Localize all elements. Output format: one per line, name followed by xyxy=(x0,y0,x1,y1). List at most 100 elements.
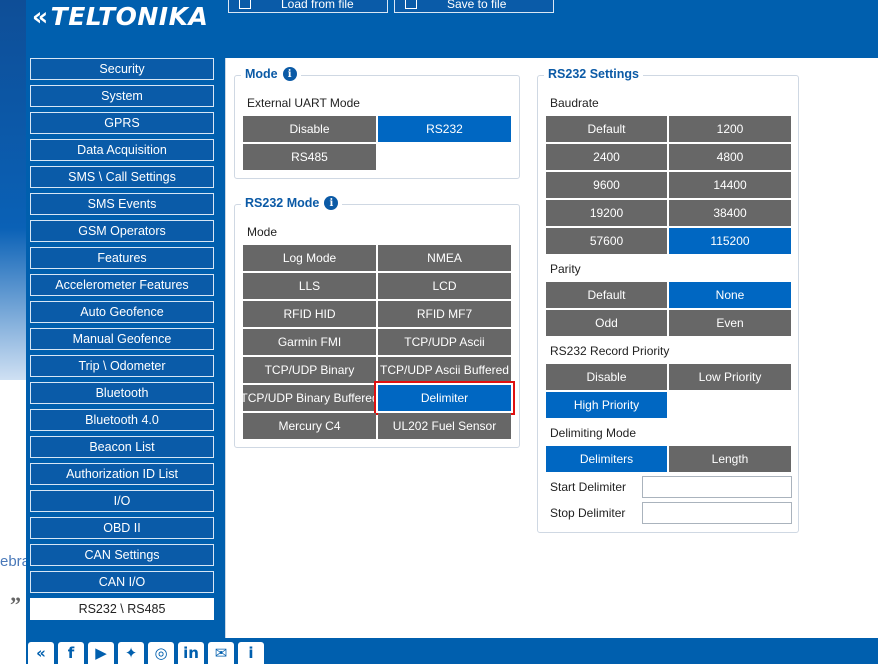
stop-delimiter-label: Stop Delimiter xyxy=(550,506,626,520)
rs232-mode-option-lls[interactable]: LLS xyxy=(243,273,376,299)
teltonika-icon[interactable]: « xyxy=(28,642,54,664)
sidebar-item-auto-geofence[interactable]: Auto Geofence xyxy=(30,301,214,323)
save-to-file-button[interactable]: Save to file xyxy=(394,0,554,13)
start-delimiter-input[interactable] xyxy=(642,476,792,498)
sidebar-item-data-acquisition[interactable]: Data Acquisition xyxy=(30,139,214,161)
sidebar-item-security[interactable]: Security xyxy=(30,58,214,80)
baudrate-option-2400[interactable]: 2400 xyxy=(546,144,667,170)
record-priority-label: RS232 Record Priority xyxy=(550,344,670,358)
rs232-mode-option-garmin-fmi[interactable]: Garmin FMI xyxy=(243,329,376,355)
sidebar-item-can-i-o[interactable]: CAN I/O xyxy=(30,571,214,593)
baudrate-option-default[interactable]: Default xyxy=(546,116,667,142)
rs232-mode-option-ul202-fuel-sensor[interactable]: UL202 Fuel Sensor xyxy=(378,413,511,439)
sidebar-item-gprs[interactable]: GPRS xyxy=(30,112,214,134)
logo: «TELTONIKA xyxy=(26,0,226,40)
uart-mode-option-disable[interactable]: Disable xyxy=(243,116,376,142)
youtube-icon[interactable]: ▶ xyxy=(88,642,114,664)
rs232-mode-option-rfid-hid[interactable]: RFID HID xyxy=(243,301,376,327)
load-from-file-label: Load from file xyxy=(281,0,354,11)
rs232-settings-group: RS232 Settings Baudrate Default 1200 2400 4… xyxy=(537,67,799,533)
baudrate-option-38400[interactable]: 38400 xyxy=(669,200,791,226)
baudrate-option-9600[interactable]: 9600 xyxy=(546,172,667,198)
baudrate-option-1200[interactable]: 1200 xyxy=(669,116,791,142)
record-priority-option-high-priority[interactable]: High Priority xyxy=(546,392,667,418)
background-page: ebra ” xyxy=(0,0,30,664)
sidebar-item-sms-call-settings[interactable]: SMS \ Call Settings xyxy=(30,166,214,188)
sidebar-item-manual-geofence[interactable]: Manual Geofence xyxy=(30,328,214,350)
rs232-mode-option-lcd[interactable]: LCD xyxy=(378,273,511,299)
parity-options: Default None Odd Even xyxy=(546,282,791,336)
rs232-mode-option-tcp-udp-ascii[interactable]: TCP/UDP Ascii xyxy=(378,329,511,355)
background-banner xyxy=(0,0,26,380)
mode-group: Mode i External UART Mode Disable RS232 RS4… xyxy=(234,67,520,179)
record-priority-option-low-priority[interactable]: Low Priority xyxy=(669,364,791,390)
uart-mode-option-rs232[interactable]: RS232 xyxy=(378,116,511,142)
save-to-file-label: Save to file xyxy=(447,0,507,11)
sidebar-item-accelerometer-features[interactable]: Accelerometer Features xyxy=(30,274,214,296)
baudrate-option-57600[interactable]: 57600 xyxy=(546,228,667,254)
sidebar-item-features[interactable]: Features xyxy=(30,247,214,269)
facebook-icon[interactable]: f xyxy=(58,642,84,664)
info-icon[interactable]: i xyxy=(238,642,264,664)
sidebar-item-beacon-list[interactable]: Beacon List xyxy=(30,436,214,458)
baudrate-option-14400[interactable]: 14400 xyxy=(669,172,791,198)
linkedin-icon[interactable]: in xyxy=(178,642,204,664)
sidebar-item-can-settings[interactable]: CAN Settings xyxy=(30,544,214,566)
rs232-mode-option-nmea[interactable]: NMEA xyxy=(378,245,511,271)
parity-label: Parity xyxy=(550,262,581,276)
delimiting-mode-options: Delimiters Length xyxy=(546,446,791,472)
start-delimiter-row: Start Delimiter xyxy=(550,476,792,498)
sidebar-item-obd-ii[interactable]: OBD II xyxy=(30,517,214,539)
social-footer: «f ▶ ✦ ◎ in ✉ i xyxy=(26,642,878,664)
sidebar-item-bluetooth[interactable]: Bluetooth xyxy=(30,382,214,404)
external-uart-mode-options: Disable RS232 RS485 xyxy=(243,116,511,170)
mode-group-title: Mode xyxy=(245,67,278,81)
uart-mode-option-rs485[interactable]: RS485 xyxy=(243,144,376,170)
rs232-mode-option-tcp-udp-binary[interactable]: TCP/UDP Binary xyxy=(243,357,376,383)
sidebar-item-system[interactable]: System xyxy=(30,85,214,107)
sidebar-item-trip-odometer[interactable]: Trip \ Odometer xyxy=(30,355,214,377)
baudrate-label: Baudrate xyxy=(550,96,599,110)
parity-option-odd[interactable]: Odd xyxy=(546,310,667,336)
delimiting-mode-option-length[interactable]: Length xyxy=(669,446,791,472)
rs232-mode-option-rfid-mf7[interactable]: RFID MF7 xyxy=(378,301,511,327)
load-file-icon xyxy=(239,0,251,9)
sidebar-item-sms-events[interactable]: SMS Events xyxy=(30,193,214,215)
rs232-mode-option-delimiter[interactable]: Delimiter xyxy=(374,381,515,415)
sidebar-item-rs232-rs485[interactable]: RS232 \ RS485 xyxy=(30,598,214,620)
delimiting-mode-option-delimiters[interactable]: Delimiters xyxy=(546,446,667,472)
rs232-mode-option-mercury-c4[interactable]: Mercury C4 xyxy=(243,413,376,439)
parity-option-even[interactable]: Even xyxy=(669,310,791,336)
baudrate-option-19200[interactable]: 19200 xyxy=(546,200,667,226)
info-icon[interactable]: i xyxy=(282,67,297,81)
sidebar-item-i-o[interactable]: I/O xyxy=(30,490,214,512)
sidebar-item-bluetooth-4-0[interactable]: Bluetooth 4.0 xyxy=(30,409,214,431)
info-icon[interactable]: i xyxy=(324,196,339,210)
parity-option-none[interactable]: None xyxy=(669,282,791,308)
stop-delimiter-row: Stop Delimiter xyxy=(550,502,792,524)
record-priority-options: Disable Low Priority High Priority xyxy=(546,364,791,418)
parity-option-default[interactable]: Default xyxy=(546,282,667,308)
rs232-mode-group-title: RS232 Mode xyxy=(245,196,320,210)
rs232-mode-option-tcp-udp-binary-buffered[interactable]: TCP/UDP Binary Buffered xyxy=(243,385,376,411)
rs232-mode-options: Log Mode NMEA LLS LCD RFID HID RFID MF7 Garmin… xyxy=(243,245,515,439)
main-panel: Mode i External UART Mode Disable RS232 RS4… xyxy=(225,58,878,638)
record-priority-option-disable[interactable]: Disable xyxy=(546,364,667,390)
baudrate-option-115200[interactable]: 115200 xyxy=(669,228,791,254)
load-from-file-button[interactable]: Load from file xyxy=(228,0,388,13)
sidebar: Security System GPRS Data Acquisition SMS \ … xyxy=(30,58,214,625)
baudrate-option-4800[interactable]: 4800 xyxy=(669,144,791,170)
twitter-icon[interactable]: ✦ xyxy=(118,642,144,664)
rs232-mode-option-tcp-udp-ascii-buffered[interactable]: TCP/UDP Ascii Buffered xyxy=(378,357,511,383)
rs232-mode-option-log-mode[interactable]: Log Mode xyxy=(243,245,376,271)
stop-delimiter-input[interactable] xyxy=(642,502,792,524)
rs232-settings-title: RS232 Settings xyxy=(548,67,640,81)
sidebar-item-authorization-id-list[interactable]: Authorization ID List xyxy=(30,463,214,485)
baudrate-options: Default 1200 2400 4800 9600 14400 19200 38400 57… xyxy=(546,116,791,254)
sidebar-item-gsm-operators[interactable]: GSM Operators xyxy=(30,220,214,242)
instagram-icon[interactable]: ◎ xyxy=(148,642,174,664)
external-uart-mode-label: External UART Mode xyxy=(247,96,360,110)
chat-icon[interactable]: ✉ xyxy=(208,642,234,664)
logo-text: TELTONIKA xyxy=(50,2,209,31)
quote-icon: ” xyxy=(10,592,21,617)
